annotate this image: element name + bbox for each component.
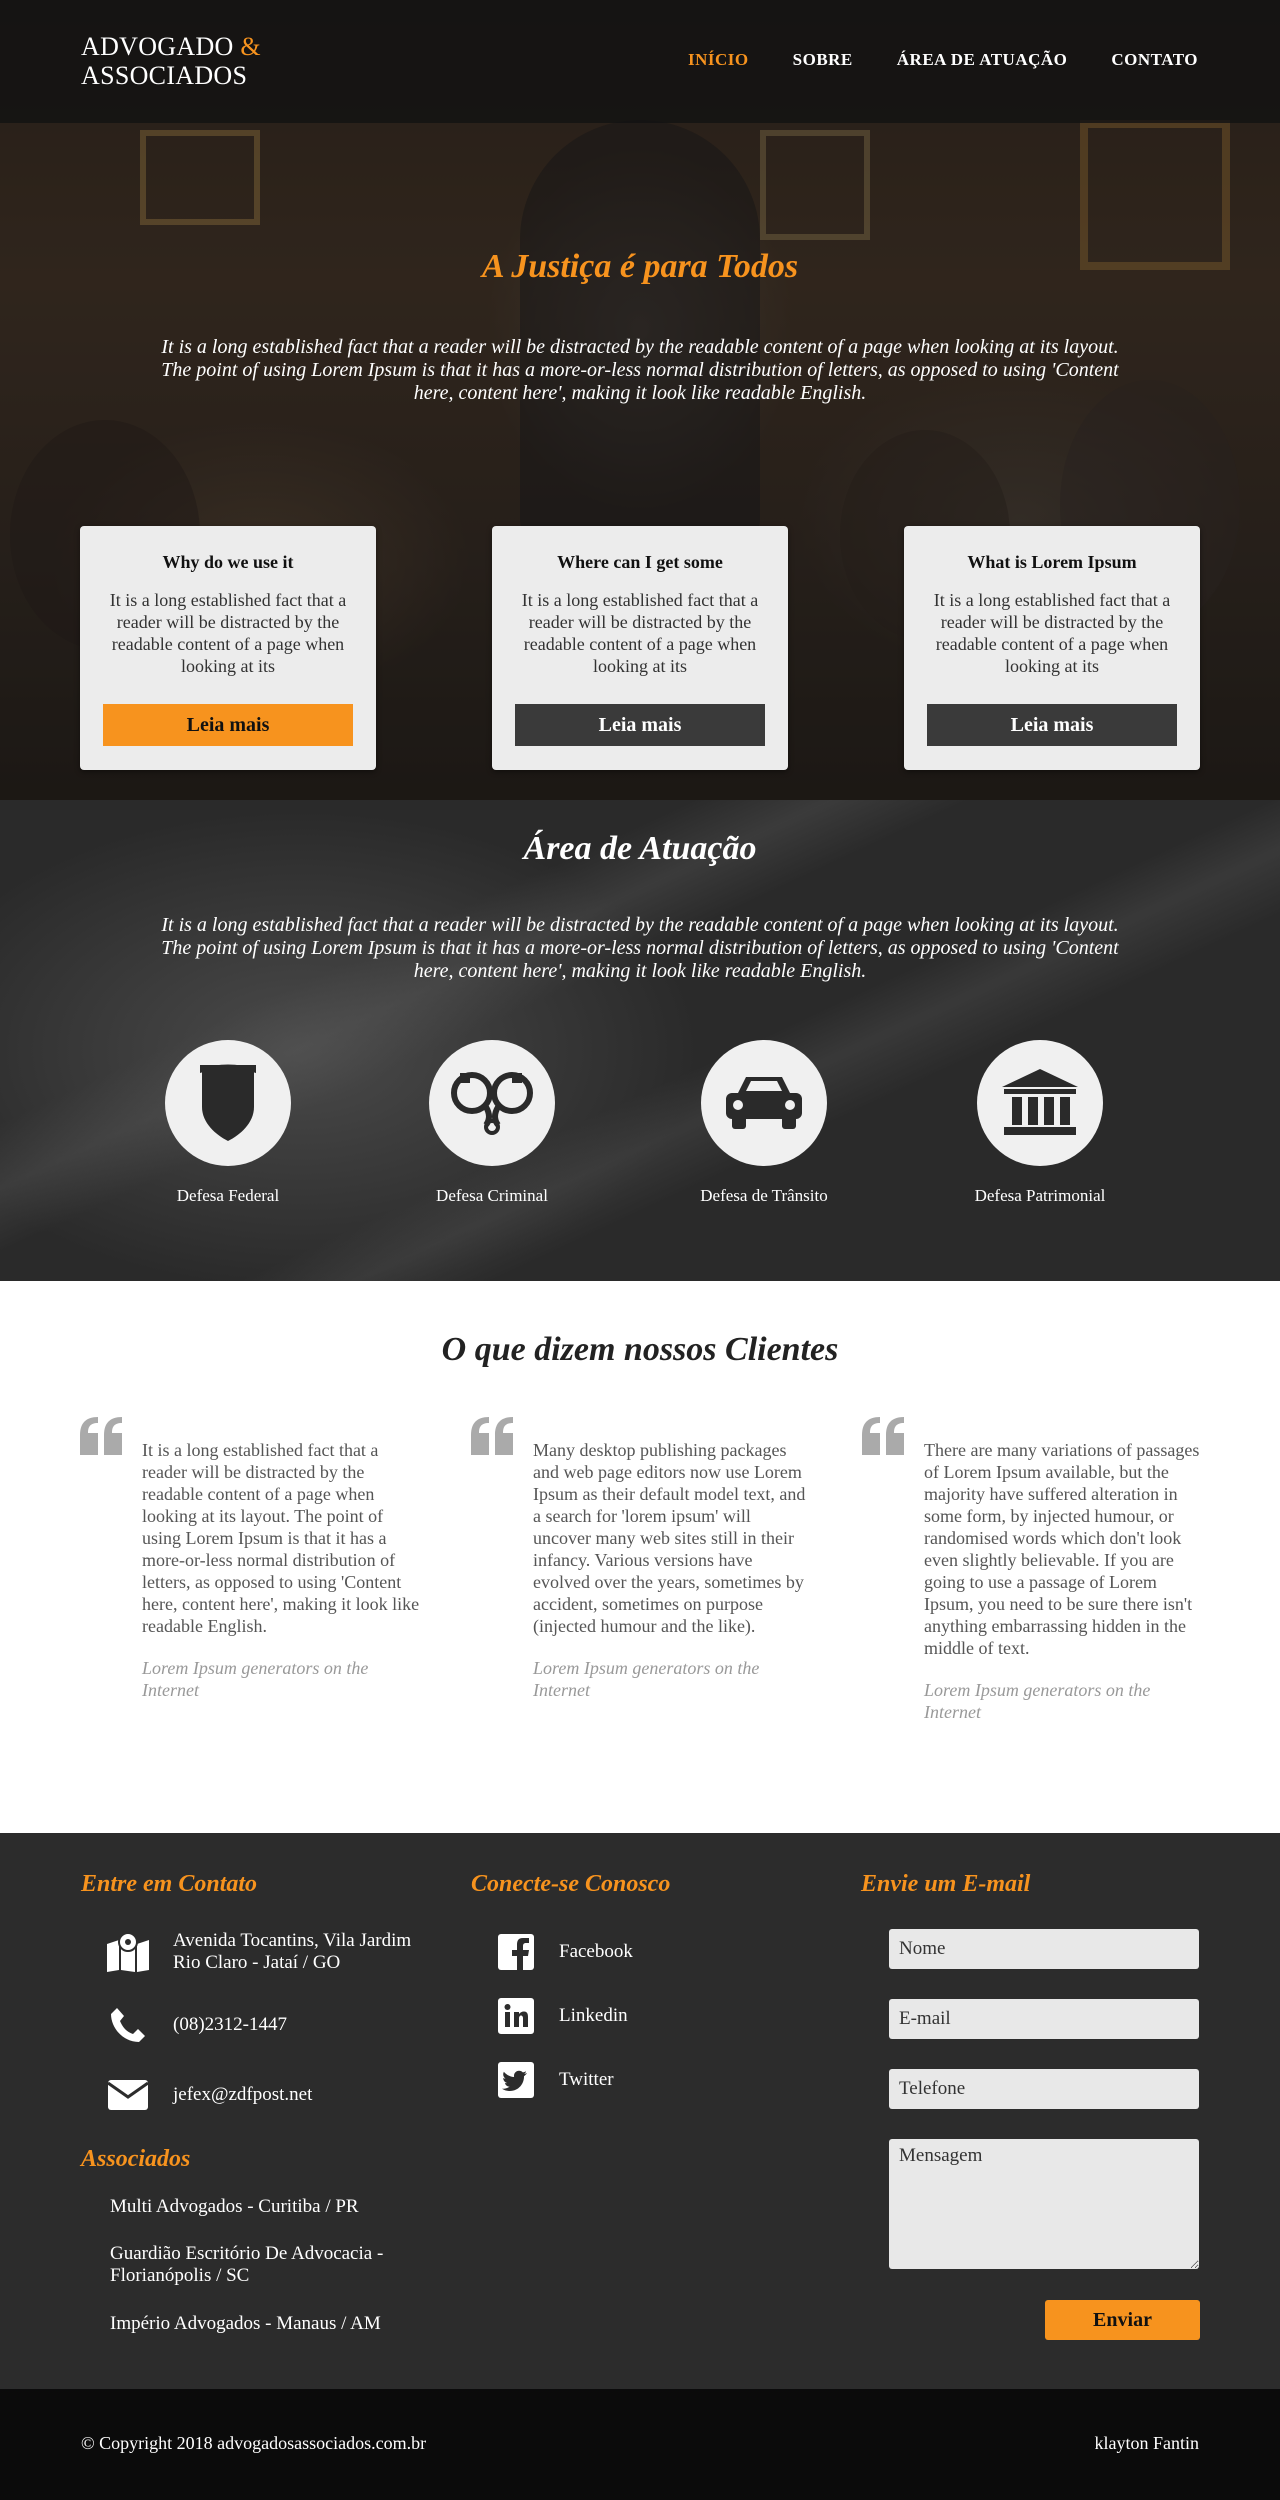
map-icon [103, 1930, 153, 1974]
logo-line1: ADVOGADO [81, 32, 241, 61]
shield-icon [165, 1040, 291, 1166]
contact-heading: Entre em Contato [81, 1871, 258, 1897]
testimonial-author: Lorem Ipsum generators on the Internet [142, 1658, 369, 1700]
read-more-button[interactable]: Leia mais [515, 704, 765, 746]
service-label: Defesa Patrimonial [974, 1186, 1106, 1205]
phone-field[interactable] [889, 2069, 1199, 2109]
nav-link-inicio[interactable]: INÍCIO [688, 50, 749, 70]
social-label: Twitter [559, 2069, 614, 2090]
card-text: It is a long established fact that a rea… [933, 590, 1171, 676]
address-text: Avenida Tocantins, Vila Jardim Rio Claro… [173, 1930, 412, 1973]
read-more-button[interactable]: Leia mais [927, 704, 1177, 746]
email-form-heading: Envie um E-mail [861, 1871, 1031, 1897]
associado-item: Guardião Escritório De Advocacia - Flori… [110, 2243, 384, 2286]
social-link-linkedin[interactable]: Linkedin [496, 1996, 628, 2036]
send-button[interactable]: Enviar [1045, 2300, 1200, 2340]
social-heading: Conecte-se Conosco [471, 1871, 671, 1897]
handcuffs-icon [429, 1040, 555, 1166]
bank-icon [977, 1040, 1103, 1166]
background-picture-frame [140, 130, 260, 225]
contact-email: jefex@zdfpost.net [103, 2073, 312, 2117]
twitter-icon [496, 2060, 536, 2100]
quote-icon [80, 1417, 122, 1455]
hero-text: It is a long established fact that a rea… [161, 336, 1119, 404]
associados-heading: Associados [81, 2146, 191, 2172]
service-label: Defesa de Trânsito [700, 1186, 828, 1205]
phone-icon [103, 2003, 153, 2047]
background-lawyer-figure [520, 120, 760, 540]
testimonial-author: Lorem Ipsum generators on the Internet [924, 1680, 1151, 1722]
email-text[interactable]: jefex@zdfpost.net [173, 2084, 312, 2106]
testimonial-author: Lorem Ipsum generators on the Internet [533, 1658, 760, 1700]
associado-item: Multi Advogados - Curitiba / PR [110, 2196, 359, 2217]
main-nav: INÍCIO SOBRE ÁREA DE ATUAÇÃO CONTATO [688, 50, 1198, 70]
hero-title: A Justiça é para Todos [481, 248, 799, 285]
quote-icon [471, 1417, 513, 1455]
author-credit: klayton Fantin [1094, 2433, 1200, 2453]
navbar: ADVOGADO & ASSOCIADOS INÍCIO SOBRE ÁREA … [0, 0, 1280, 123]
facebook-icon [496, 1932, 536, 1972]
envelope-icon [103, 2073, 153, 2117]
service-label: Defesa Federal [176, 1186, 280, 1205]
site-logo[interactable]: ADVOGADO & ASSOCIADOS [81, 32, 261, 90]
service-item[interactable]: Defesa Criminal [392, 1040, 592, 1206]
service-item[interactable]: Defesa Federal [128, 1040, 328, 1206]
testimonial-text: There are many variations of passages of… [924, 1440, 1200, 1658]
bottom-bar: © Copyright 2018 advogadosassociados.com… [0, 2389, 1280, 2500]
area-de-atuacao-section: Área de Atuação It is a long established… [0, 800, 1280, 1281]
service-label: Defesa Criminal [436, 1186, 548, 1205]
area-text: It is a long established fact that a rea… [161, 914, 1119, 982]
hero-section: ADVOGADO & ASSOCIADOS INÍCIO SOBRE ÁREA … [0, 0, 1280, 800]
quote-icon [862, 1417, 904, 1455]
testimonial: There are many variations of passages of… [862, 1417, 1202, 1723]
info-card: Why do we use it It is a long establishe… [80, 526, 376, 770]
social-label: Facebook [559, 1941, 633, 1962]
info-card: Where can I get some It is a long establ… [492, 526, 788, 770]
service-item[interactable]: Defesa Patrimonial [940, 1040, 1140, 1206]
testimonials-section: O que dizem nossos Clientes It is a long… [0, 1281, 1280, 1833]
social-label: Linkedin [559, 2005, 628, 2026]
logo-ampersand: & [240, 32, 261, 61]
service-item[interactable]: Defesa de Trânsito [664, 1040, 864, 1206]
associado-item: Império Advogados - Manaus / AM [110, 2313, 381, 2334]
card-title: Where can I get some [557, 552, 723, 572]
info-card: What is Lorem Ipsum It is a long establi… [904, 526, 1200, 770]
card-title: What is Lorem Ipsum [967, 552, 1137, 572]
area-title: Área de Atuação [523, 830, 757, 867]
testimonial-text: Many desktop publishing packages and web… [533, 1440, 806, 1636]
social-link-twitter[interactable]: Twitter [496, 2060, 614, 2100]
logo-line2: ASSOCIADOS [81, 61, 248, 90]
card-title: Why do we use it [162, 552, 294, 572]
testimonial-text: It is a long established fact that a rea… [142, 1440, 420, 1636]
contact-phone: (08)2312-1447 [103, 2003, 287, 2047]
email-field[interactable] [889, 1999, 1199, 2039]
name-field[interactable] [889, 1929, 1199, 1969]
card-text: It is a long established fact that a rea… [109, 590, 347, 676]
contact-address: Avenida Tocantins, Vila Jardim Rio Claro… [103, 1930, 443, 1974]
copyright-text: © Copyright 2018 advogadosassociados.com… [81, 2433, 427, 2453]
testimonial: Many desktop publishing packages and web… [471, 1417, 811, 1701]
footer: Entre em Contato Avenida Tocantins, Vila… [0, 1833, 1280, 2389]
nav-link-area-de-atuacao[interactable]: ÁREA DE ATUAÇÃO [897, 50, 1068, 70]
nav-link-contato[interactable]: CONTATO [1111, 50, 1198, 70]
phone-text[interactable]: (08)2312-1447 [173, 2014, 287, 2036]
read-more-button[interactable]: Leia mais [103, 704, 353, 746]
testimonial: It is a long established fact that a rea… [80, 1417, 420, 1701]
linkedin-icon [496, 1996, 536, 2036]
message-field[interactable] [889, 2139, 1199, 2269]
car-icon [701, 1040, 827, 1166]
background-picture-frame [760, 130, 870, 240]
card-text: It is a long established fact that a rea… [521, 590, 759, 676]
nav-link-sobre[interactable]: SOBRE [793, 50, 853, 70]
testimonials-title: O que dizem nossos Clientes [441, 1331, 839, 1368]
social-link-facebook[interactable]: Facebook [496, 1932, 633, 1972]
